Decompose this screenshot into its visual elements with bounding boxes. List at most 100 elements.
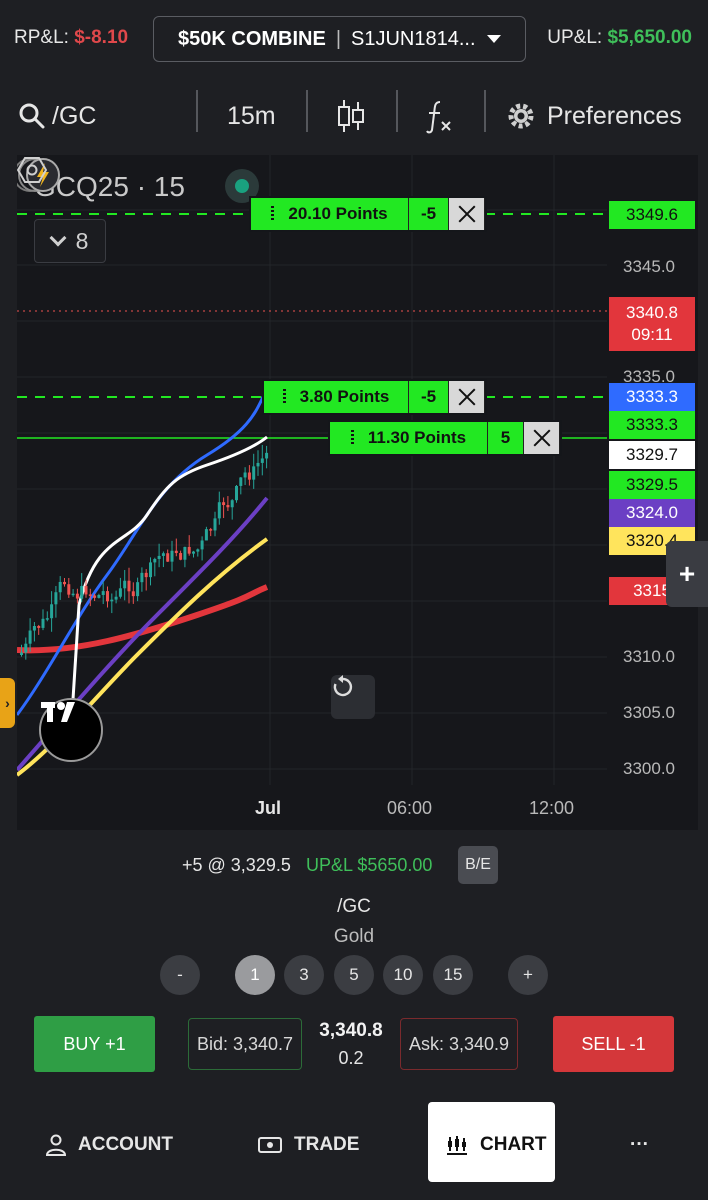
candle-body bbox=[187, 546, 191, 554]
left-panel-handle[interactable]: › bbox=[0, 678, 15, 728]
timeframe-button[interactable]: 15m bbox=[227, 96, 276, 136]
sell-button[interactable]: SELL -1 bbox=[553, 1016, 674, 1072]
y-axis-tick: 3345.0 bbox=[623, 257, 675, 276]
candle-body bbox=[235, 485, 238, 501]
candle-body bbox=[67, 584, 71, 595]
drag-handle-icon[interactable] bbox=[282, 389, 286, 405]
order-points[interactable]: 20.10 Points bbox=[251, 198, 409, 230]
settings-hex-icon[interactable] bbox=[17, 155, 47, 185]
qty-option-15[interactable]: 15 bbox=[433, 955, 473, 995]
order-qty: 5 bbox=[488, 422, 524, 454]
toolbar-divider bbox=[306, 90, 308, 132]
qty-option-1[interactable]: 1 bbox=[235, 955, 275, 995]
position-upnl: UP&L $5650.00 bbox=[306, 855, 433, 875]
candle-body bbox=[28, 630, 32, 644]
nav-account[interactable]: ACCOUNT bbox=[46, 1130, 173, 1160]
qty-option-5[interactable]: 5 bbox=[334, 955, 374, 995]
candle-body bbox=[37, 626, 41, 628]
reset-chart-button[interactable] bbox=[331, 675, 375, 719]
tradingview-mark-icon bbox=[41, 702, 75, 722]
drag-handle-icon[interactable] bbox=[350, 430, 354, 446]
candle-body bbox=[24, 643, 28, 653]
nav-trade-label: TRADE bbox=[294, 1134, 360, 1155]
rpnl-value: $-8.10 bbox=[74, 27, 129, 48]
upnl-value: $5,650.00 bbox=[607, 27, 692, 48]
qty-option-3[interactable]: 3 bbox=[284, 955, 324, 995]
toolbar-divider bbox=[196, 90, 198, 132]
candle-body bbox=[80, 586, 84, 599]
order-take-profit[interactable]: 3.80 Points -5 bbox=[262, 379, 487, 415]
order-points[interactable]: 11.30 Points bbox=[330, 422, 488, 454]
position-summary: +5 @ 3,329.5 UP&L $5650.00 B/E bbox=[0, 846, 708, 884]
candle-body bbox=[32, 626, 36, 631]
candle-body bbox=[196, 549, 200, 552]
reset-icon bbox=[333, 675, 353, 697]
unrealized-pnl: UP&L: $5,650.00 bbox=[547, 27, 692, 49]
price-tag-blue-ma: 3333.3 bbox=[609, 383, 695, 411]
candle-body bbox=[252, 466, 256, 480]
price-tag-stop: 3349.6 bbox=[609, 201, 695, 229]
candle-body bbox=[50, 604, 54, 619]
bid-price-button[interactable]: Bid: 3,340.7 bbox=[188, 1018, 302, 1070]
account-separator: | bbox=[335, 27, 342, 50]
qty-decrease-button[interactable]: - bbox=[160, 955, 200, 995]
more-icon: ··· bbox=[630, 1134, 649, 1155]
chart-canvas[interactable] bbox=[17, 155, 698, 830]
ask-price-button[interactable]: Ask: 3,340.9 bbox=[400, 1018, 518, 1070]
account-name: $50K COMBINE bbox=[178, 27, 326, 50]
indicators-collapse-button[interactable]: 8 bbox=[34, 219, 106, 263]
nav-chart[interactable]: CHART bbox=[446, 1130, 547, 1160]
qty-increase-button[interactable]: + bbox=[508, 955, 548, 995]
close-icon[interactable] bbox=[524, 422, 560, 454]
bar-countdown: 09:11 bbox=[631, 325, 673, 344]
add-order-handle[interactable]: + bbox=[666, 541, 708, 607]
candle-body bbox=[114, 596, 118, 600]
candle-body bbox=[265, 452, 269, 459]
function-icon bbox=[426, 101, 451, 134]
qty-option-10[interactable]: 10 bbox=[383, 955, 423, 995]
candle-body bbox=[200, 540, 204, 550]
order-position[interactable]: 11.30 Points 5 bbox=[328, 420, 562, 456]
nav-account-label: ACCOUNT bbox=[78, 1134, 173, 1155]
candle-body bbox=[192, 551, 195, 554]
breakeven-button[interactable]: B/E bbox=[458, 846, 498, 884]
candle-body bbox=[54, 592, 58, 605]
order-symbol: /GC bbox=[337, 896, 371, 917]
nav-trade[interactable]: TRADE bbox=[258, 1130, 359, 1160]
account-selector[interactable]: $50K COMBINE | S1JUN1814... bbox=[153, 16, 526, 62]
price-tag-white-ma: 3329.7 bbox=[609, 441, 695, 469]
close-icon[interactable] bbox=[449, 198, 485, 230]
candle-body bbox=[71, 593, 75, 596]
x-axis-tick: Jul bbox=[255, 798, 282, 818]
price-tag-purple-ma: 3324.0 bbox=[609, 499, 695, 527]
order-points[interactable]: 3.80 Points bbox=[264, 381, 409, 413]
symbol-search-button[interactable]: /GC bbox=[18, 96, 96, 136]
account-id: S1JUN1814... bbox=[351, 27, 476, 50]
nav-more-button[interactable]: ··· bbox=[630, 1130, 649, 1160]
tradingview-logo-icon bbox=[39, 698, 103, 762]
x-axis-tick: 12:00 bbox=[529, 798, 575, 818]
close-icon[interactable] bbox=[449, 381, 485, 413]
chart-toolbar: /GC 15m Preferences bbox=[0, 78, 708, 153]
price-tag-target: 3333.3 bbox=[609, 411, 695, 439]
candle-body bbox=[157, 555, 161, 559]
price-tag-entry: 3329.5 bbox=[609, 471, 695, 499]
chart-type-button[interactable] bbox=[336, 96, 366, 136]
candle-body bbox=[243, 472, 247, 478]
buy-button[interactable]: BUY +1 bbox=[34, 1016, 155, 1072]
order-stop-loss[interactable]: 20.10 Points -5 bbox=[249, 196, 487, 232]
candle-body bbox=[20, 652, 23, 655]
preferences-button[interactable]: Preferences bbox=[505, 96, 682, 136]
candle-body bbox=[118, 588, 122, 597]
candle-body bbox=[239, 477, 243, 486]
top-bar: RP&L: $-8.10 $50K COMBINE | S1JUN1814...… bbox=[0, 0, 708, 78]
last-price: 3,340.8 bbox=[319, 1020, 383, 1041]
upnl-label: UP&L: bbox=[547, 27, 603, 48]
price-chart[interactable]: GCQ25 · 15 8 3345.0 3335.0 3310.0 3305.0… bbox=[17, 155, 698, 830]
candle-body bbox=[123, 580, 127, 589]
candle-body bbox=[247, 472, 251, 480]
indicators-button[interactable] bbox=[424, 96, 454, 136]
candle-body bbox=[93, 595, 97, 598]
gear-icon bbox=[508, 103, 534, 129]
drag-handle-icon[interactable] bbox=[271, 206, 275, 222]
